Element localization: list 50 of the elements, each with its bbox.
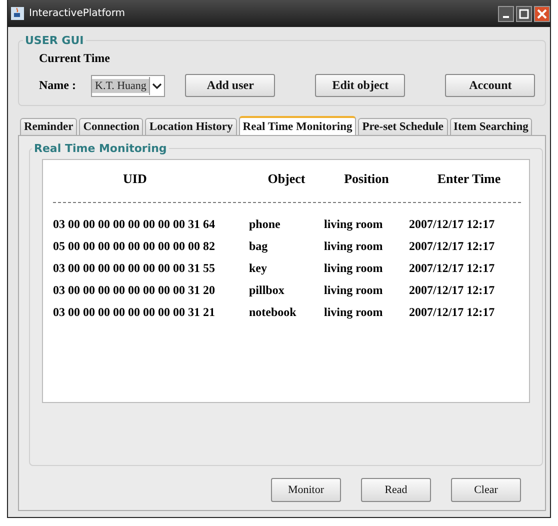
tab[interactable]: Real Time Monitoring: [238, 116, 356, 135]
action-button[interactable]: Account: [445, 74, 536, 97]
table-cell-text: 03 00 00 00 00 00 00 00 00 31 21: [53, 304, 216, 320]
table-cell-text: 03 00 00 00 00 00 00 00 00 31 55: [53, 260, 216, 276]
table-cell-text: 2007/12/17 12:17: [409, 304, 496, 320]
name-dropdown[interactable]: K.T. Huang: [91, 74, 166, 96]
cup-icon: [11, 7, 24, 20]
table-cell-text: key: [249, 260, 268, 276]
minimize-button[interactable]: [498, 6, 514, 22]
column-header: Enter Time: [436, 171, 502, 187]
table-cell-text: 2007/12/17 12:17: [409, 216, 496, 232]
close-button[interactable]: [534, 6, 550, 22]
action-button[interactable]: Clear: [451, 478, 521, 502]
minimize-icon: [503, 16, 509, 18]
column-header: Position: [343, 171, 390, 187]
tab[interactable]: Reminder: [20, 118, 78, 135]
table-cell-text: bag: [249, 238, 269, 254]
table-cell-text: 2007/12/17 12:17: [409, 260, 496, 276]
action-button[interactable]: Monitor: [271, 478, 341, 502]
tab[interactable]: Pre-set Schedule: [358, 118, 448, 135]
group-title: USER GUI: [24, 34, 85, 47]
table-cell-text: 2007/12/17 12:17: [409, 282, 496, 298]
column-header: UID: [122, 171, 148, 187]
tab[interactable]: Location History: [145, 118, 237, 135]
action-button[interactable]: Edit object: [315, 74, 406, 97]
current-time-label: Current Time: [39, 51, 111, 66]
table-cell-text: living room: [324, 260, 384, 276]
action-button[interactable]: Read: [361, 478, 431, 502]
table-cell-text: living room: [324, 304, 384, 320]
column-header: Object: [266, 171, 306, 187]
name-label: Name :: [39, 78, 77, 93]
close-icon: [537, 8, 547, 18]
table-cell-text: phone: [249, 216, 282, 232]
table-cell-text: notebook: [249, 304, 298, 320]
maximize-button[interactable]: [516, 6, 532, 22]
table-cell-text: 03 00 00 00 00 00 00 00 00 31 20: [53, 282, 216, 298]
table-cell-text: 2007/12/17 12:17: [409, 238, 496, 254]
tab[interactable]: Item Searching: [450, 118, 532, 135]
table-cell-text: pillbox: [249, 282, 286, 298]
maximize-icon: [519, 8, 529, 18]
table-cell-text: living room: [324, 282, 384, 298]
table-cell-text: 05 00 00 00 00 00 00 00 00 00 82: [53, 238, 216, 254]
window-title: InteractivePlatform: [29, 8, 126, 19]
tab[interactable]: Connection: [79, 118, 144, 135]
table-cell-text: living room: [324, 216, 384, 232]
action-button[interactable]: Add user: [185, 74, 276, 97]
group-title: Real Time Monitoring: [33, 142, 168, 155]
caret-icon: [149, 76, 164, 94]
table-cell-text: 03 00 00 00 00 00 00 00 00 31 64: [53, 216, 216, 232]
table-cell-text: living room: [324, 238, 384, 254]
